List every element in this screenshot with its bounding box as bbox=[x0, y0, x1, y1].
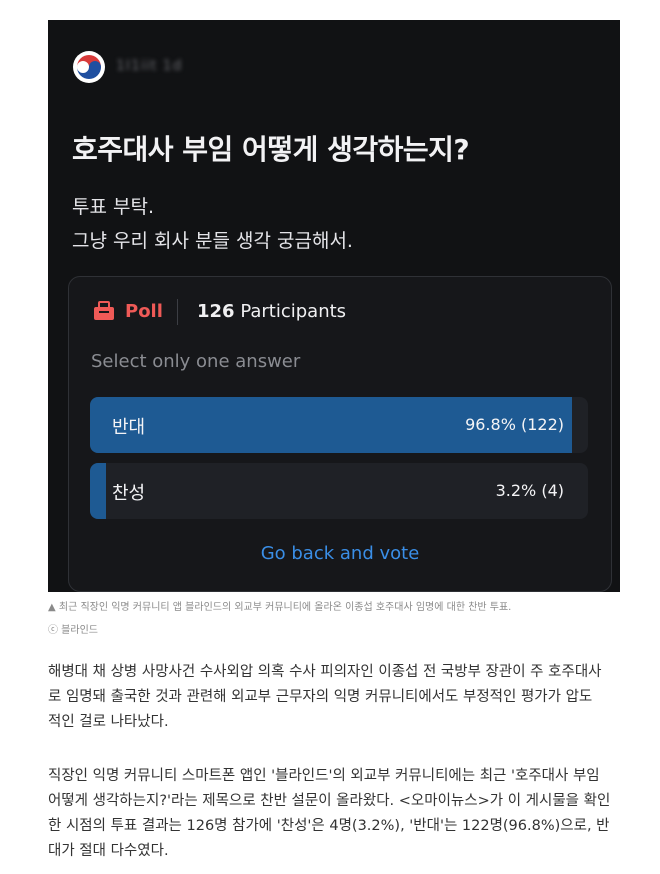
author-name: 1I1iit 1d bbox=[116, 58, 183, 74]
option-result: 96.8% (122) bbox=[465, 415, 564, 434]
text-line: 적인 걸로 나타났다. bbox=[48, 714, 169, 730]
poll-option-oppose[interactable]: 반대 96.8% (122) bbox=[90, 397, 588, 453]
post-title: 호주대사 부임 어떻게 생각하는지? bbox=[72, 133, 470, 166]
blind-post-screenshot: 1I1iit 1d 호주대사 부임 어떻게 생각하는지? 투표 부탁. 그냥 우… bbox=[48, 20, 620, 592]
text-line: 대가 절대 다수였다. bbox=[48, 843, 169, 859]
ballot-box-icon bbox=[94, 301, 114, 320]
article-paragraph: 직장인 익명 커뮤니티 스마트폰 앱인 '블라인드'의 외교부 커뮤니티에는 최… bbox=[48, 764, 628, 864]
option-label: 반대 bbox=[112, 417, 146, 438]
government-emblem-icon bbox=[73, 51, 105, 83]
text-line: 한 시점의 투표 결과는 126명 참가에 '찬성'은 4명(3.2%), '반… bbox=[48, 818, 610, 834]
post-body-line: 투표 부탁. bbox=[72, 196, 154, 218]
divider bbox=[177, 299, 178, 325]
image-caption: ▲ 최근 직장인 익명 커뮤니티 앱 블라인드의 외교부 커뮤니티에 올라온 이… bbox=[48, 602, 512, 613]
poll-label: Poll bbox=[125, 301, 163, 322]
text-line: 해병대 채 상병 사망사건 수사외압 의혹 수사 피의자인 이종섭 전 국방부 … bbox=[48, 664, 602, 680]
article-paragraph: 해병대 채 상병 사망사건 수사외압 의혹 수사 피의자인 이종섭 전 국방부 … bbox=[48, 660, 628, 735]
text-line: 어떻게 생각하는지?'라는 제목으로 찬반 설문이 올라왔다. <오마이뉴스>가… bbox=[48, 793, 611, 809]
post-body-line: 그냥 우리 회사 분들 생각 궁금해서. bbox=[72, 230, 353, 252]
participants-count: 126 Participants bbox=[197, 301, 347, 322]
poll-card: Poll 126 Participants Select only one an… bbox=[68, 276, 612, 592]
text-line: 직장인 익명 커뮤니티 스마트폰 앱인 '블라인드'의 외교부 커뮤니티에는 최… bbox=[48, 768, 600, 784]
text-line: 로 임명돼 출국한 것과 관련해 외교부 근무자의 익명 커뮤니티에서도 부정적… bbox=[48, 689, 593, 705]
option-label: 찬성 bbox=[112, 483, 146, 504]
image-credit: ⓒ 블라인드 bbox=[48, 625, 98, 636]
option-result: 3.2% (4) bbox=[495, 481, 564, 500]
poll-option-support[interactable]: 찬성 3.2% (4) bbox=[90, 463, 588, 519]
poll-instruction: Select only one answer bbox=[91, 351, 301, 372]
result-bar-fill bbox=[90, 463, 106, 519]
go-back-and-vote-link[interactable]: Go back and vote bbox=[69, 543, 611, 564]
